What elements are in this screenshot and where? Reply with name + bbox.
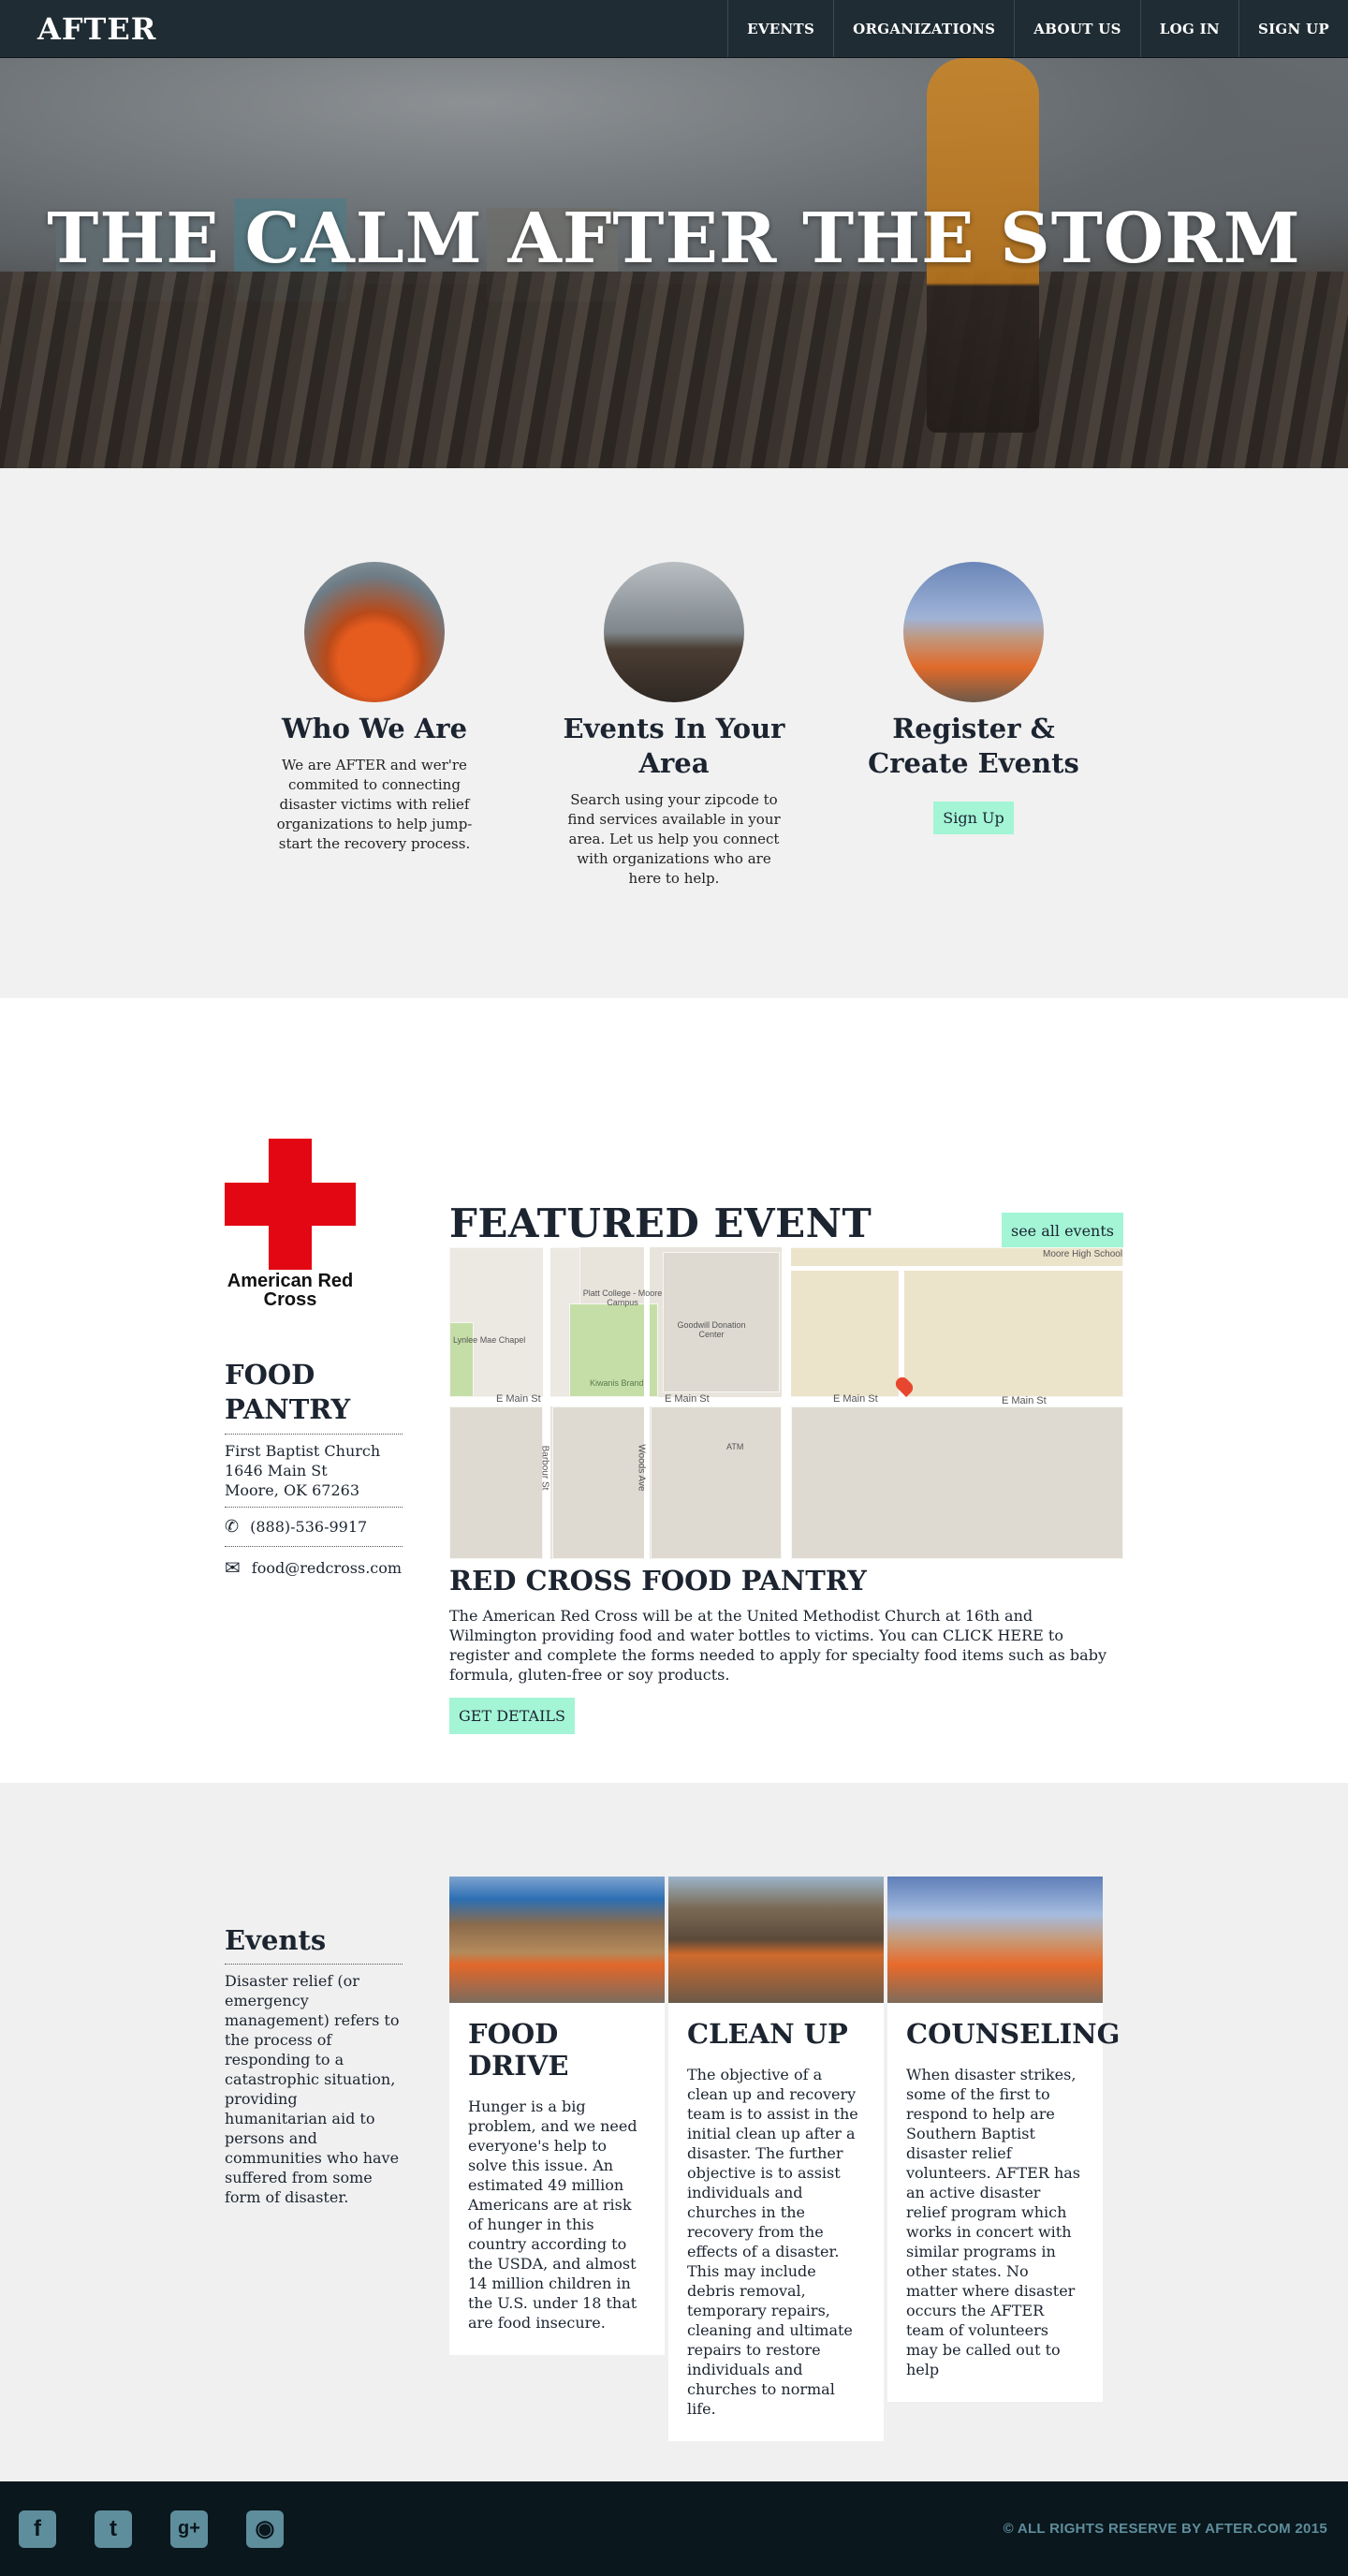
street-label: E Main St [496,1393,541,1405]
feature-title: Who We Are [281,713,468,744]
street-label: E Main St [833,1393,878,1405]
featured-event-section: American Red Cross FOOD PANTRY First Bap… [0,998,1348,1783]
hero-rubble [0,271,1348,468]
street-label: E Main St [665,1393,710,1405]
map-label: Kiwanis Brand [590,1378,644,1388]
event-address: First Baptist Church 1646 Main St Moore,… [225,1441,403,1500]
divider [225,1507,403,1508]
events-sidebar: Events Disaster relief (or emergency man… [225,1923,403,2207]
map-label: ATM [726,1442,744,1451]
events-section: Events Disaster relief (or emergency man… [0,1783,1348,2481]
address-line: Moore, OK 67263 [225,1481,359,1499]
event-card-food-drive[interactable]: FOOD DRIVE Hunger is a big problem, and … [449,1877,665,2355]
card-text: When disaster strikes, some of the first… [906,2066,1080,2378]
nav-about-us[interactable]: ABOUT US [1014,0,1139,57]
feature-title: Events In Your Area [563,713,785,779]
feature-text: Search using your zipcode to find servic… [567,791,781,887]
phone-icon: ✆ [225,1517,240,1537]
nav-links: EVENTS ORGANIZATIONS ABOUT US LOG IN SIG… [727,0,1348,57]
map-label: Goodwill Donation Center [677,1320,746,1339]
get-details-button[interactable]: GET DETAILS [449,1698,575,1734]
featured-header: FEATURED EVENT see all events [449,1200,1123,1249]
facebook-icon[interactable]: f [19,2510,56,2548]
event-title: FOOD PANTRY [225,1359,351,1425]
nav-organizations[interactable]: ORGANIZATIONS [833,0,1014,57]
feature-text: We are AFTER and wer're commited to conn… [276,757,473,852]
phone-number[interactable]: (888)-536-9917 [250,1518,367,1536]
event-phone: ✆ (888)-536-9917 [225,1514,403,1539]
features-section: Who We Are We are AFTER and wer're commi… [0,468,1348,998]
volunteers-building-image [903,562,1044,702]
event-cards: FOOD DRIVE Hunger is a big problem, and … [449,1877,1121,2441]
event-map[interactable]: Moore High School Platt College - Moore … [449,1247,1123,1559]
street-label: Woods Ave [636,1444,647,1492]
top-nav: AFTER EVENTS ORGANIZATIONS ABOUT US LOG … [0,0,1348,58]
copyright-text: © ALL RIGHTS RESERVE BY AFTER.COM 2015 [1003,2521,1327,2537]
twitter-icon[interactable]: t [95,2510,132,2548]
address-line: 1646 Main St [225,1462,328,1479]
card-title: FOOD DRIVE [468,2018,569,2082]
map-label: Moore High School [1043,1249,1123,1259]
event-description: The American Red Cross will be at the Un… [449,1607,1106,1684]
featured-heading: FEATURED EVENT [449,1200,872,1246]
card-title: COUNSELING [906,2018,1121,2050]
events-description: Disaster relief (or emergency management… [225,1972,400,2206]
nav-events[interactable]: EVENTS [727,0,833,57]
nav-sign-up[interactable]: SIGN UP [1238,0,1348,57]
hero-title: THE CALM AFTER THE STORM [47,199,1301,279]
google-plus-icon[interactable]: g+ [170,2510,208,2548]
divider [225,1546,403,1547]
map-label: Platt College - Moore Campus [582,1288,663,1307]
feature-events-in-area: Events In Your Area Search using your zi… [557,562,791,998]
nav-log-in[interactable]: LOG IN [1139,0,1238,57]
event-subheading: RED CROSS FOOD PANTRY [449,1565,867,1597]
red-cross-logo-text: American Red Cross [227,1271,354,1310]
site-logo[interactable]: AFTER [0,0,194,57]
event-sidebar: American Red Cross FOOD PANTRY First Bap… [225,1139,403,1582]
street-label: E Main St [1002,1395,1047,1406]
map-label: Lynlee Mae Chapel [453,1335,526,1345]
address-line: First Baptist Church [225,1442,381,1460]
volunteers-crowd-image [304,562,445,702]
divider [225,1964,403,1965]
hero-banner: THE CALM AFTER THE STORM [0,58,1348,468]
see-all-events-button[interactable]: see all events [1001,1213,1123,1249]
storm-debris-image [604,562,744,702]
card-text: Hunger is a big problem, and we need eve… [468,2098,637,2332]
email-address[interactable]: food@redcross.com [252,1559,402,1577]
feature-who-we-are: Who We Are We are AFTER and wer're commi… [257,562,491,998]
featured-event-main: FEATURED EVENT see all events Moore High… [449,1200,1123,1734]
event-email: ✉ food@redcross.com [225,1553,403,1582]
red-cross-icon [225,1139,356,1270]
events-title: Events [225,1924,327,1956]
red-cross-logo: American Red Cross [225,1139,356,1309]
card-title: CLEAN UP [687,2018,848,2050]
event-card-counseling[interactable]: COUNSELING When disaster strikes, some o… [887,1877,1121,2402]
street-label: Barbour St [539,1445,550,1491]
counseling-image [887,1877,1103,2003]
instagram-icon[interactable]: ◉ [246,2510,284,2548]
sign-up-button[interactable]: Sign Up [933,802,1014,834]
event-card-clean-up[interactable]: CLEAN UP The objective of a clean up and… [668,1877,884,2441]
divider [225,1434,403,1435]
feature-register: Register & Create Events Sign Up [857,562,1091,998]
feature-title: Register & Create Events [868,713,1079,779]
social-links: f t g+ ◉ [19,2510,284,2548]
card-text: The objective of a clean up and recovery… [687,2066,858,2418]
food-drive-image [449,1877,665,2003]
footer: f t g+ ◉ © ALL RIGHTS RESERVE BY AFTER.C… [0,2481,1348,2576]
envelope-icon: ✉ [225,1556,241,1579]
clean-up-image [668,1877,884,2003]
